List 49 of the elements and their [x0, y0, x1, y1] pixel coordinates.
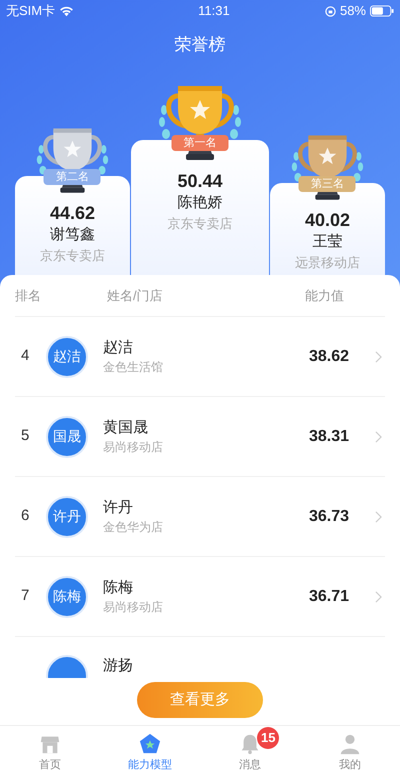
name: 陈梅 — [103, 578, 134, 598]
rank: 7 — [20, 586, 30, 606]
rank-ribbon: 第二名 — [44, 169, 101, 186]
name: 王莹 — [312, 232, 342, 252]
name: 谢笃鑫 — [50, 225, 95, 245]
store: 金色生活馆 — [103, 359, 164, 376]
score: 44.62 — [50, 202, 96, 224]
tab[interactable]: 首页 — [0, 726, 100, 780]
avatar: 国晟 — [46, 416, 88, 458]
avatar: 陈梅 — [46, 576, 88, 618]
rank: 4 — [20, 346, 30, 366]
column-header: 排名 — [15, 286, 42, 305]
rank: 5 — [20, 426, 30, 446]
name: 黄国晟 — [103, 418, 149, 438]
store: 京东专卖店 — [168, 215, 232, 233]
store: 金色华为店 — [103, 519, 164, 536]
tab[interactable]: 我的 — [300, 726, 400, 780]
store: 易尚移动店 — [103, 439, 164, 456]
store: 易尚移动店 — [103, 599, 164, 616]
rank-ribbon: 第一名 — [172, 135, 228, 152]
score: 36.71 — [308, 586, 349, 606]
rank: 6 — [20, 506, 30, 526]
carrier: 无SIM卡 — [6, 2, 56, 20]
column-header: 姓名/门店 — [107, 286, 164, 305]
name: 游扬 — [103, 656, 134, 676]
clock: 11:31 — [198, 2, 230, 20]
store: 远景移动店 — [295, 254, 360, 272]
score: 38.62 — [308, 346, 349, 366]
name: 陈艳娇 — [178, 193, 222, 213]
battery-level: 58% — [340, 2, 366, 20]
ranking-row[interactable]: 6 许丹 许丹 金色华为店 36.73 — [15, 477, 385, 557]
ranking-row[interactable]: 4 赵洁 赵洁 金色生活馆 38.62 — [15, 317, 385, 397]
store: 京东专卖店 — [40, 247, 105, 265]
avatar: 许丹 — [46, 496, 88, 538]
page-title: 荣誉榜 — [174, 34, 226, 56]
rank-ribbon: 第三名 — [298, 176, 356, 192]
tab[interactable]: 能力模型 — [100, 726, 200, 780]
name: 赵洁 — [103, 338, 134, 358]
unread-badge: 15 — [257, 727, 280, 749]
score: 38.31 — [308, 426, 349, 446]
column-header: 能力值 — [305, 286, 345, 305]
avatar: 赵洁 — [46, 336, 88, 378]
ranking-row[interactable]: 5 国晟 黄国晟 易尚移动店 38.31 — [15, 397, 385, 477]
ranking-row[interactable]: 7 陈梅 陈梅 易尚移动店 36.71 — [15, 557, 385, 637]
score: 50.44 — [177, 170, 223, 192]
name: 许丹 — [103, 498, 134, 518]
score: 36.73 — [308, 506, 349, 526]
tab[interactable]: 消息 15 — [200, 726, 300, 780]
score: 40.02 — [304, 209, 350, 231]
